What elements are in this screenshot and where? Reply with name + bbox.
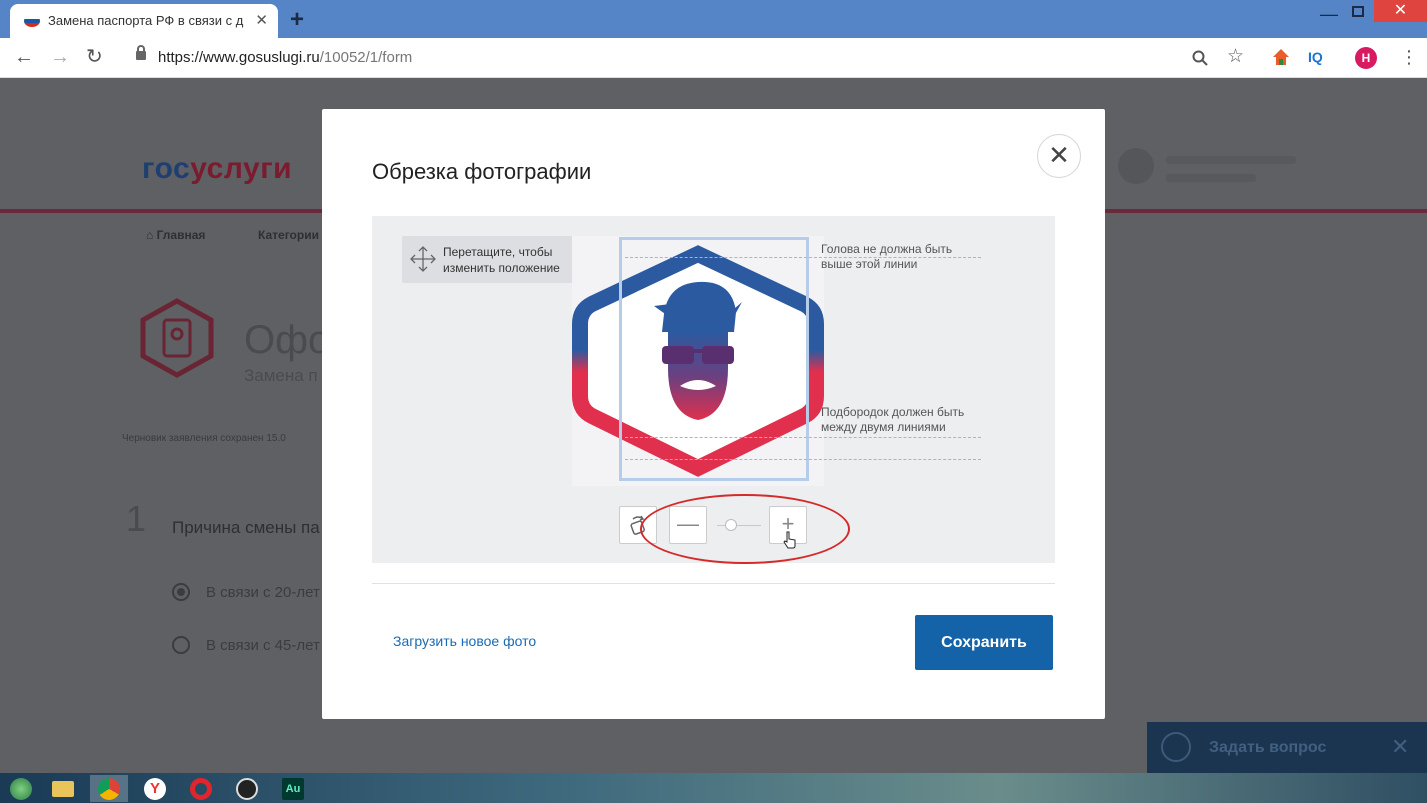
upload-new-photo-link[interactable]: Загрузить новое фото — [393, 633, 536, 649]
red-annotation-ellipse — [640, 494, 850, 564]
star-icon[interactable]: ☆ — [1227, 46, 1244, 68]
start-button[interactable] — [2, 775, 40, 802]
ask-question-widget[interactable]: Задать вопрос ✕ — [1147, 722, 1427, 773]
crop-frame[interactable] — [619, 237, 809, 481]
tab-close-icon[interactable]: ✕ — [255, 11, 268, 29]
audition-taskbar-icon[interactable]: Au — [274, 775, 312, 802]
russia-flag-favicon-icon — [24, 15, 40, 27]
address-bar[interactable]: https://www.gosuslugi.ru/10052/1/form — [122, 43, 1260, 73]
user-info-placeholder — [1166, 174, 1256, 182]
lock-icon — [136, 45, 146, 60]
gosuslugi-logo: госуслуги — [142, 152, 293, 185]
ask-question-label: Задать вопрос — [1209, 739, 1327, 756]
chin-guide-label: Подбородок должен быть между двумя линиям… — [821, 405, 965, 434]
obs-taskbar-icon[interactable] — [228, 775, 266, 802]
user-name-placeholder — [1166, 156, 1296, 164]
window-minimize-button[interactable]: — — [1320, 4, 1338, 25]
radio-option-1[interactable] — [172, 583, 190, 601]
passport-hex-icon — [140, 298, 214, 378]
yandex-taskbar-icon[interactable]: Y — [136, 775, 174, 802]
home-icon[interactable] — [1272, 48, 1290, 66]
radio-label-2: В связи с 45-лет — [206, 637, 320, 654]
os-taskbar: Y Au — [0, 773, 1427, 803]
drag-hint-text: Перетащите, чтобы изменить положение — [443, 245, 560, 275]
head-guide-label: Голова не должна быть выше этой линии — [821, 242, 953, 271]
question-face-icon — [1161, 732, 1191, 762]
modal-close-button[interactable]: ✕ — [1037, 134, 1081, 178]
window-close-button[interactable]: ✕ — [1374, 0, 1427, 22]
chin-guide-line-top — [625, 437, 981, 438]
save-button[interactable]: Сохранить — [915, 615, 1053, 670]
crop-photo-modal: Обрезка фотографии ✕ Перетащите, чтобы и… — [322, 109, 1105, 719]
explorer-taskbar-icon[interactable] — [44, 775, 82, 802]
page-subheading: Замена п — [244, 366, 318, 385]
iq-extension-icon[interactable]: IQ — [1308, 49, 1323, 65]
user-avatar — [1118, 148, 1154, 184]
drag-hint: Перетащите, чтобы изменить положение — [402, 236, 585, 283]
radio-option-2[interactable] — [172, 636, 190, 654]
browser-tab-bar: Замена паспорта РФ в связи с д ✕ + — ✕ — [0, 0, 1427, 38]
menu-dots-icon[interactable]: ⋮ — [1400, 46, 1418, 68]
chin-guide-line-bottom — [625, 459, 981, 460]
browser-tab[interactable]: Замена паспорта РФ в связи с д ✕ — [10, 4, 278, 38]
ask-close-icon[interactable]: ✕ — [1391, 734, 1409, 760]
reload-icon[interactable]: ↻ — [86, 46, 103, 68]
radio-label-1: В связи с 20-лет — [206, 584, 320, 601]
nav-categories: Категории — [258, 228, 319, 242]
draft-notice: Черновик заявления сохранен 15.0 — [122, 433, 286, 444]
hand-cursor-icon — [783, 531, 796, 549]
nav-home: ⌂ Главная — [146, 228, 206, 242]
tab-title: Замена паспорта РФ в связи с д — [48, 13, 244, 28]
step-number: 1 — [126, 498, 147, 539]
profile-avatar[interactable]: Н — [1355, 47, 1377, 69]
new-tab-button[interactable]: + — [290, 6, 304, 34]
browser-toolbar: ← → ↻ https://www.gosuslugi.ru/10052/1/f… — [0, 38, 1427, 78]
opera-taskbar-icon[interactable] — [182, 775, 220, 802]
step-title: Причина смены па — [172, 518, 320, 537]
modal-divider — [372, 583, 1055, 584]
url-text: https://www.gosuslugi.ru/10052/1/form — [158, 49, 413, 66]
chrome-taskbar-icon[interactable] — [90, 775, 128, 802]
back-arrow-icon[interactable]: ← — [14, 46, 34, 68]
zoom-icon[interactable] — [1192, 50, 1208, 66]
move-arrows-icon — [410, 246, 436, 272]
window-restore-button[interactable] — [1352, 6, 1364, 17]
forward-arrow-icon[interactable]: → — [50, 46, 70, 68]
modal-title: Обрезка фотографии — [372, 159, 592, 184]
